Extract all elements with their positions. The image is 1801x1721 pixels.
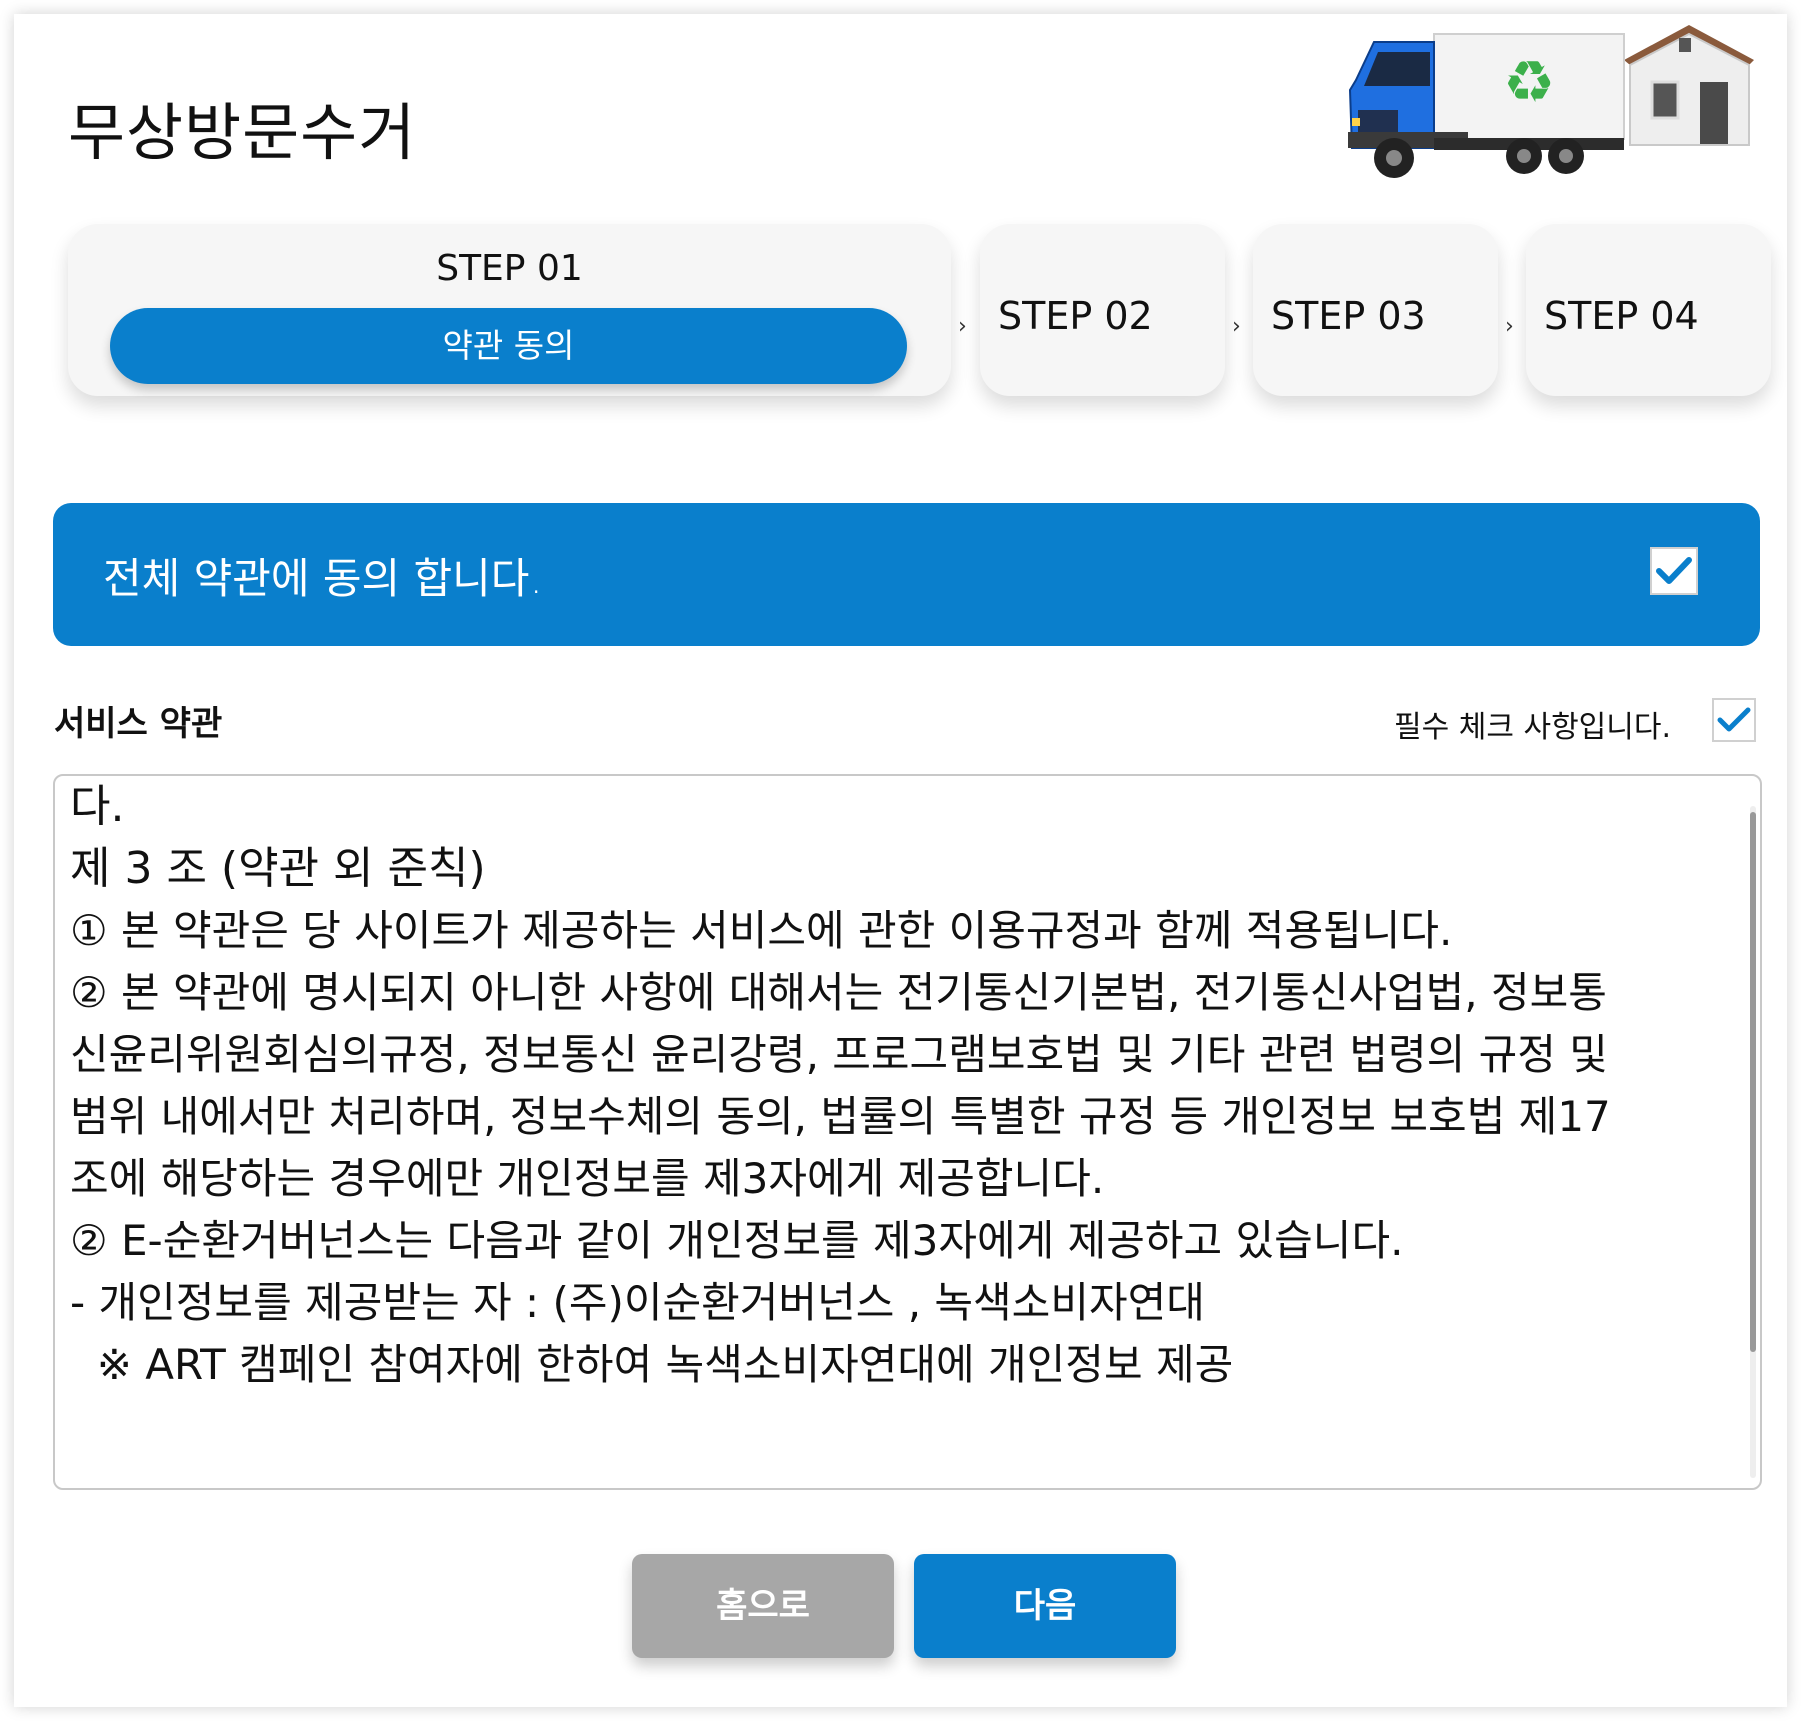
- step-02: STEP 02: [980, 224, 1225, 396]
- home-button[interactable]: 홈으로: [632, 1554, 894, 1658]
- step-03: STEP 03: [1253, 224, 1498, 396]
- page-title: 무상방문수거: [68, 96, 417, 169]
- terms-scroll-box[interactable]: 다. 제 3 조 (약관 외 준칙) ① 본 약관은 당 사이트가 제공하는 서…: [53, 774, 1762, 1490]
- service-terms-checkbox[interactable]: [1712, 698, 1756, 742]
- check-icon: [1717, 707, 1751, 732]
- chevron-right-icon: ›: [1505, 314, 1514, 339]
- step-01: STEP 01 약관 동의: [68, 224, 951, 396]
- check-icon: [1656, 557, 1692, 584]
- terms-line: ② 본 약관에 명시되지 아니한 사항에 대해서는 전기통신기본법, 전기통신사…: [70, 968, 1607, 1017]
- step-01-label: 약관 동의: [110, 308, 907, 384]
- step-04-title: STEP 04: [1544, 294, 1699, 338]
- step-progress: STEP 01 약관 동의 › STEP 02 › STEP 03 › STEP…: [54, 224, 1774, 404]
- terms-line: ※ ART 캠페인 참여자에 한하여 녹색소비자연대에 개인정보 제공: [70, 1340, 1234, 1389]
- service-terms-title: 서비스 약관: [54, 704, 223, 744]
- step-01-title: STEP 01: [436, 248, 583, 289]
- terms-line: - 개인정보를 제공받는 자 : (주)이순환거버넌스 , 녹색소비자연대: [70, 1278, 1205, 1327]
- required-check-label: 필수 체크 사항입니다.: [1394, 710, 1672, 745]
- scrollbar-thumb[interactable]: [1750, 812, 1756, 1352]
- terms-text: 다. 제 3 조 (약관 외 준칙) ① 본 약관은 당 사이트가 제공하는 서…: [70, 776, 1730, 1396]
- chevron-right-icon: ›: [1232, 314, 1241, 339]
- truck-house-illustration: ♻: [1348, 25, 1754, 178]
- step-03-title: STEP 03: [1271, 294, 1426, 338]
- step-04: STEP 04: [1526, 224, 1771, 396]
- next-button[interactable]: 다음: [914, 1554, 1176, 1658]
- agree-all-bar[interactable]: 전체 약관에 동의 합니다.: [53, 503, 1760, 646]
- terms-line: 제 3 조 (약관 외 준칙): [70, 843, 486, 894]
- truck-icon: ♻: [1348, 33, 1625, 178]
- terms-line: 다.: [70, 781, 125, 832]
- terms-line: ① 본 약관은 당 사이트가 제공하는 서비스에 관한 이용규정과 함께 적용됩…: [70, 906, 1453, 955]
- main-card: 무상방문수거 ♻ STEP 01 약관 동의 › STEP 02 › STEP …: [14, 14, 1787, 1707]
- svg-text:♻: ♻: [1503, 48, 1555, 116]
- terms-line: 범위 내에서만 처리하며, 정보수체의 동의, 법률의 특별한 규정 등 개인정…: [70, 1092, 1611, 1141]
- terms-line: 조에 해당하는 경우에만 개인정보를 제3자에게 제공합니다.: [70, 1154, 1105, 1203]
- terms-line: ② E-순환거버넌스는 다음과 같이 개인정보를 제3자에게 제공하고 있습니다…: [70, 1216, 1404, 1265]
- agree-all-checkbox[interactable]: [1650, 547, 1698, 595]
- house-icon: [1624, 25, 1754, 146]
- step-02-title: STEP 02: [998, 294, 1153, 338]
- terms-line: 신윤리위원회심의규정, 정보통신 윤리강령, 프로그램보호법 및 기타 관련 법…: [70, 1030, 1608, 1079]
- agree-all-label: 전체 약관에 동의 합니다.: [103, 554, 543, 603]
- chevron-right-icon: ›: [958, 314, 967, 339]
